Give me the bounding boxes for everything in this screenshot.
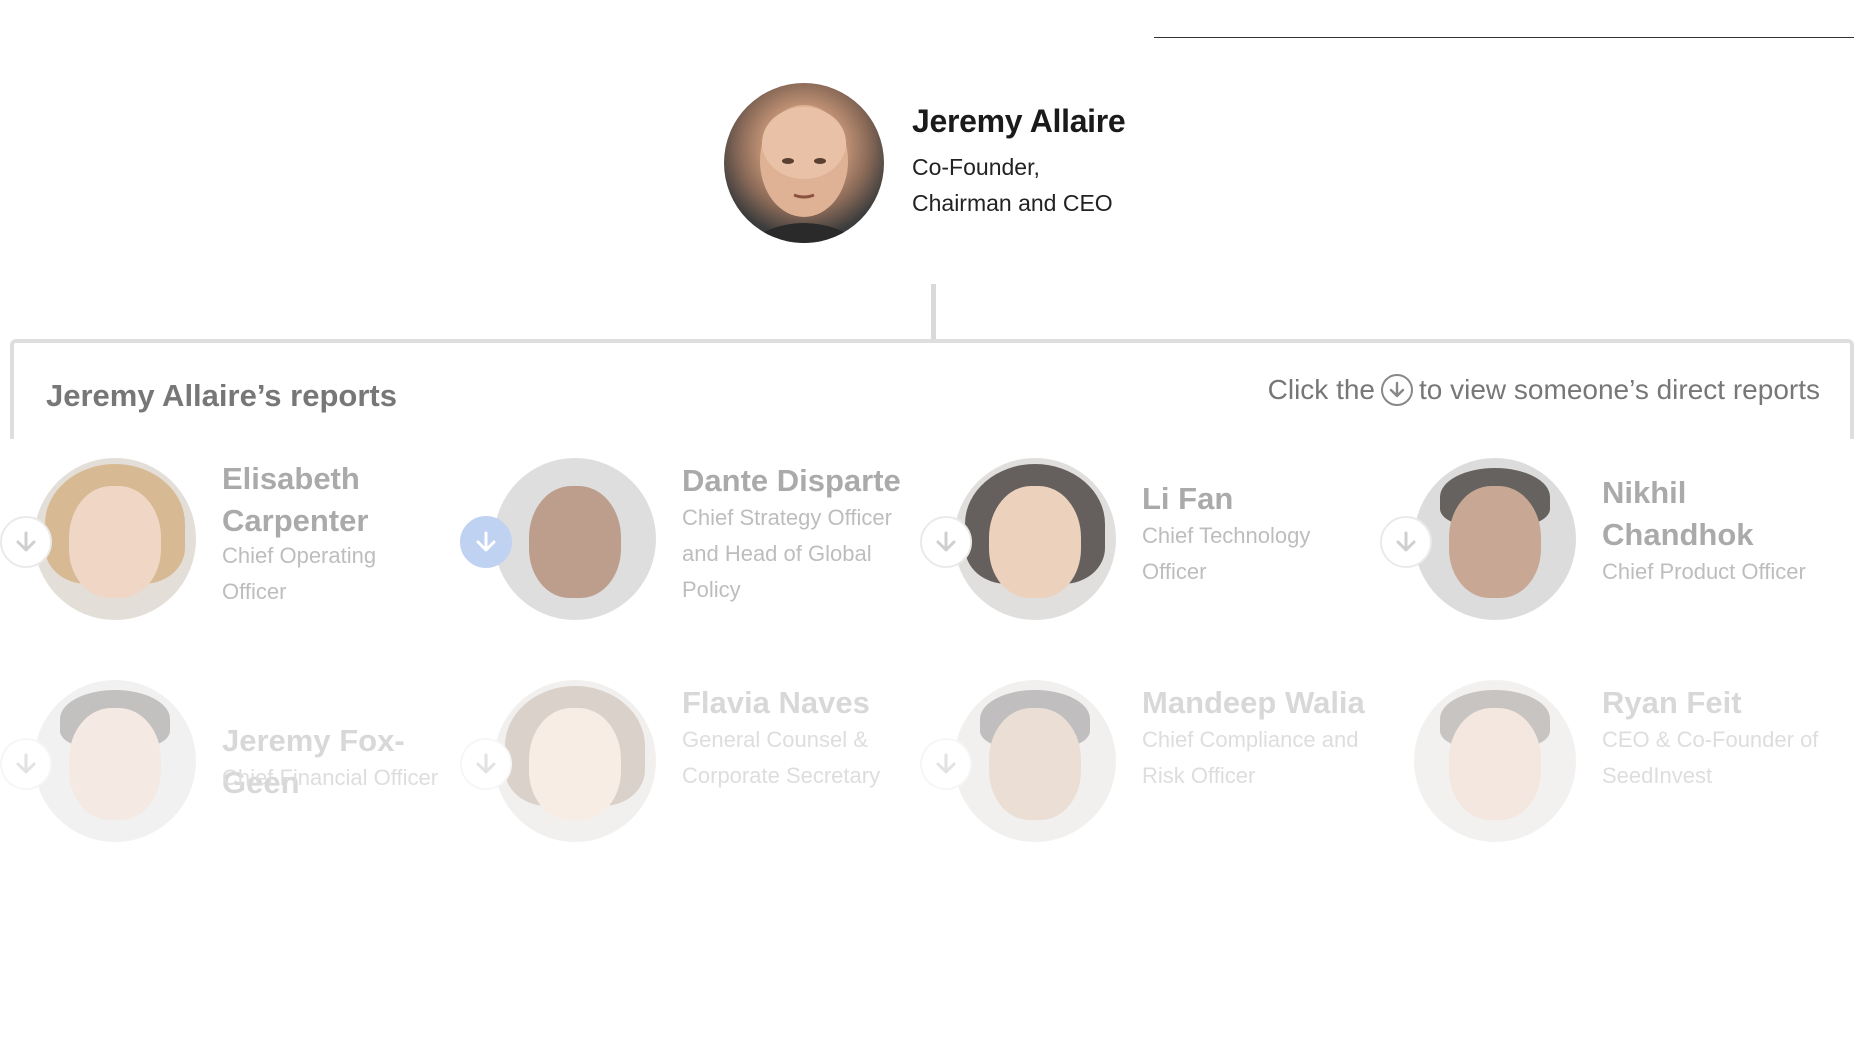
avatar xyxy=(1414,680,1576,842)
report-card[interactable]: Ryan Feit CEO & Co-Founder of SeedInvest xyxy=(1380,680,1840,850)
arrow-down-icon xyxy=(936,531,956,552)
expand-reports-button[interactable] xyxy=(460,516,512,568)
expand-reports-button[interactable] xyxy=(0,738,52,790)
report-card[interactable]: Jeremy Fox-Geen Chief Financial Officer xyxy=(0,680,460,850)
report-title-line: Officer xyxy=(1142,559,1207,584)
hint-text: Click the to view someone’s direct repor… xyxy=(1268,374,1820,406)
hint-before: Click the xyxy=(1267,374,1375,405)
report-title-line: Chief Strategy Officer xyxy=(682,505,892,530)
report-name-line: Ryan Feit xyxy=(1602,685,1742,720)
report-title-line: and Head of Global xyxy=(682,541,872,566)
report-card[interactable]: Li Fan Chief Technology Officer xyxy=(920,458,1380,628)
report-name-line: Flavia Naves xyxy=(682,685,870,720)
person-title-line: Co-Founder, xyxy=(912,154,1040,180)
report-title: CEO & Co-Founder of SeedInvest xyxy=(1602,722,1842,794)
arrow-down-icon xyxy=(16,531,36,552)
report-title-line: Chief Financial Officer xyxy=(222,765,439,790)
avatar xyxy=(954,458,1116,620)
report-card[interactable]: Dante Disparte Chief Strategy Officer an… xyxy=(460,458,920,628)
report-name: Flavia Naves xyxy=(682,682,870,724)
person-name: Jeremy Allaire xyxy=(912,103,1126,139)
report-name: Elisabeth Carpenter xyxy=(222,458,368,542)
arrow-down-icon xyxy=(936,753,956,774)
arrow-down-icon xyxy=(476,531,496,552)
report-card[interactable]: Nikhil Chandhok Chief Product Officer xyxy=(1380,458,1840,628)
avatar xyxy=(494,458,656,620)
report-title-line: Chief Operating xyxy=(222,543,377,568)
search-underline[interactable] xyxy=(1154,37,1854,38)
report-title: Chief Strategy Officer and Head of Globa… xyxy=(682,500,922,608)
report-title: Chief Financial Officer xyxy=(222,760,462,796)
avatar xyxy=(34,458,196,620)
reports-heading: Jeremy Allaire’s reports xyxy=(46,378,397,413)
report-title-line: Risk Officer xyxy=(1142,763,1256,788)
org-connector xyxy=(931,284,936,340)
expand-reports-button[interactable] xyxy=(460,738,512,790)
report-name: Dante Disparte xyxy=(682,460,901,502)
report-title: General Counsel & Corporate Secretary xyxy=(682,722,912,794)
report-name: Mandeep Walia xyxy=(1142,682,1365,724)
report-card[interactable]: Flavia Naves General Counsel & Corporate… xyxy=(460,680,920,850)
expand-reports-button[interactable] xyxy=(920,516,972,568)
avatar xyxy=(1414,458,1576,620)
report-title-line: SeedInvest xyxy=(1602,763,1713,788)
person-title: Co-Founder, Chairman and CEO xyxy=(912,149,1172,221)
report-title-line: Corporate Secretary xyxy=(682,763,881,788)
report-name: Li Fan xyxy=(1142,478,1233,520)
expand-reports-button[interactable] xyxy=(0,516,52,568)
arrow-down-icon xyxy=(16,753,36,774)
report-name-line: Carpenter xyxy=(222,503,369,538)
avatar xyxy=(724,83,884,243)
report-title-line: Chief Compliance and xyxy=(1142,727,1359,752)
avatar xyxy=(494,680,656,842)
report-name-line: Mandeep Walia xyxy=(1142,685,1365,720)
report-title-line: Policy xyxy=(682,577,741,602)
report-title: Chief Operating Officer xyxy=(222,538,452,610)
report-name-line: Nikhil xyxy=(1602,475,1687,510)
arrow-down-circle-icon xyxy=(1381,374,1413,406)
report-title-line: Chief Product Officer xyxy=(1602,559,1806,584)
top-person-card[interactable]: Jeremy Allaire Co-Founder, Chairman and … xyxy=(724,83,1184,247)
report-card[interactable]: Mandeep Walia Chief Compliance and Risk … xyxy=(920,680,1380,850)
expand-reports-button[interactable] xyxy=(920,738,972,790)
expand-reports-button[interactable] xyxy=(1380,516,1432,568)
report-name-line: Elisabeth xyxy=(222,461,360,496)
report-title: Chief Product Officer xyxy=(1602,554,1842,590)
report-name: Nikhil Chandhok xyxy=(1602,472,1754,556)
arrow-down-icon xyxy=(1396,531,1416,552)
report-title-line: Chief Technology xyxy=(1142,523,1311,548)
report-title: Chief Technology Officer xyxy=(1142,518,1372,590)
report-name-line: Li Fan xyxy=(1142,481,1234,516)
report-title-line: General Counsel & xyxy=(682,727,868,752)
report-name-line: Chandhok xyxy=(1602,517,1754,552)
report-card[interactable]: Elisabeth Carpenter Chief Operating Offi… xyxy=(0,458,460,628)
report-title-line: CEO & Co-Founder of xyxy=(1602,727,1819,752)
hint-after: to view someone’s direct reports xyxy=(1419,374,1820,405)
report-name-line: Dante Disparte xyxy=(682,463,901,498)
avatar xyxy=(954,680,1116,842)
person-title-line: Chairman and CEO xyxy=(912,190,1113,216)
report-name: Ryan Feit xyxy=(1602,682,1742,724)
arrow-down-icon xyxy=(476,753,496,774)
avatar xyxy=(34,680,196,842)
report-title: Chief Compliance and Risk Officer xyxy=(1142,722,1382,794)
report-title-line: Officer xyxy=(222,579,287,604)
